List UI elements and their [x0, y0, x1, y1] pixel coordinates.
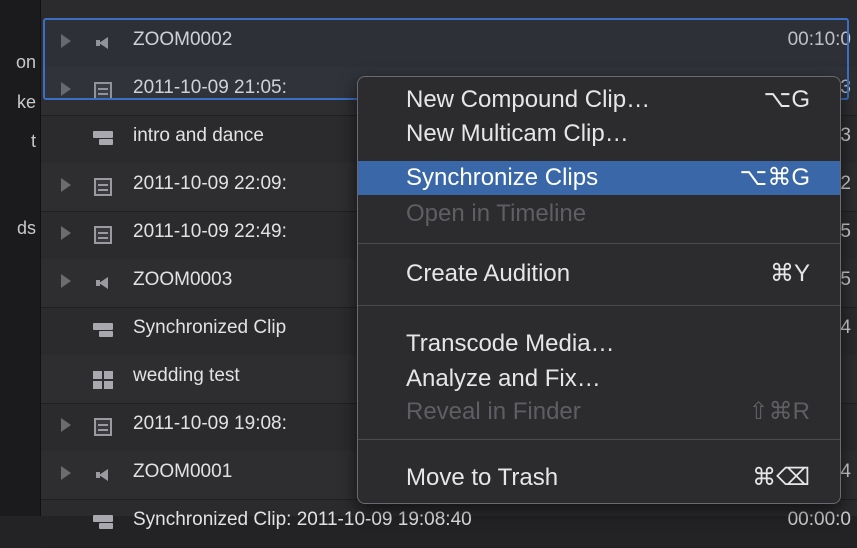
clip-name: 2011-10-09 22:09:: [133, 173, 287, 194]
clip-name: wedding test: [133, 365, 240, 386]
shortcut-label: ⌘⌫: [752, 464, 810, 491]
disclosure-triangle-icon[interactable]: [61, 274, 71, 288]
menu-item-analyze-and-fix[interactable]: Analyze and Fix…: [358, 362, 840, 396]
menu-item-new-compound-clip[interactable]: New Compound Clip… ⌥G: [358, 83, 840, 117]
sidebar-item-fragment[interactable]: on: [16, 52, 36, 73]
menu-separator: [358, 305, 840, 306]
clip-duration: 5: [840, 221, 851, 242]
menu-item-new-multicam-clip[interactable]: New Multicam Clip…: [358, 117, 840, 151]
shortcut-label: ⌥G: [763, 86, 810, 113]
clip-row[interactable]: Synchronized Clip: 2011-10-09 19:08:40 00…: [41, 499, 857, 548]
clip-name: 2011-10-09 19:08:: [133, 413, 287, 434]
sidebar-item-fragment[interactable]: ke: [17, 92, 36, 113]
video-clip-icon: [93, 416, 115, 438]
clip-name: Synchronized Clip: 2011-10-09 19:08:40: [133, 509, 472, 530]
menu-item-synchronize-clips[interactable]: Synchronize Clips ⌥⌘G: [358, 161, 840, 195]
clip-duration: 4: [840, 317, 851, 338]
audio-clip-icon: [93, 272, 115, 294]
menu-separator: [358, 243, 840, 244]
compound-clip-icon: [93, 320, 115, 342]
sidebar-item-fragment[interactable]: ds: [17, 218, 36, 239]
disclosure-triangle-icon[interactable]: [61, 226, 71, 240]
clip-name: ZOOM0001: [133, 461, 233, 482]
clip-duration: 5: [840, 269, 851, 290]
clip-name: Synchronized Clip: [133, 317, 287, 338]
clip-name: intro and dance: [133, 125, 264, 146]
video-clip-icon: [93, 224, 115, 246]
clip-name: ZOOM0003: [133, 269, 233, 290]
menu-separator: [358, 439, 840, 440]
menu-item-open-in-timeline[interactable]: Open in Timeline: [358, 197, 840, 231]
menu-item-move-to-trash[interactable]: Move to Trash ⌘⌫: [358, 461, 840, 495]
menu-item-create-audition[interactable]: Create Audition ⌘Y: [358, 257, 840, 291]
context-menu: New Compound Clip… ⌥G New Multicam Clip……: [357, 76, 841, 504]
menu-item-reveal-in-finder[interactable]: Reveal in Finder ⇧⌘R: [358, 395, 840, 429]
disclosure-triangle-icon[interactable]: [61, 178, 71, 192]
shortcut-label: ⌘Y: [769, 260, 810, 287]
disclosure-triangle-icon[interactable]: [61, 466, 71, 480]
library-sidebar: on ke t ds: [0, 0, 41, 516]
multicam-clip-icon: [93, 368, 115, 390]
shortcut-label: ⌥⌘G: [739, 164, 810, 191]
clip-duration: 2: [840, 173, 851, 194]
clip-duration: 00:00:0: [787, 509, 851, 530]
clip-name: 2011-10-09 22:49:: [133, 221, 287, 242]
audio-clip-icon: [93, 464, 115, 486]
compound-clip-icon: [93, 512, 115, 534]
sidebar-item-fragment[interactable]: t: [31, 131, 36, 152]
clip-duration: 4: [840, 461, 851, 482]
clip-duration: 3: [840, 125, 851, 146]
menu-item-transcode-media[interactable]: Transcode Media…: [358, 327, 840, 361]
video-clip-icon: [93, 176, 115, 198]
disclosure-triangle-icon[interactable]: [61, 418, 71, 432]
shortcut-label: ⇧⌘R: [748, 398, 810, 425]
compound-clip-icon: [93, 128, 115, 150]
